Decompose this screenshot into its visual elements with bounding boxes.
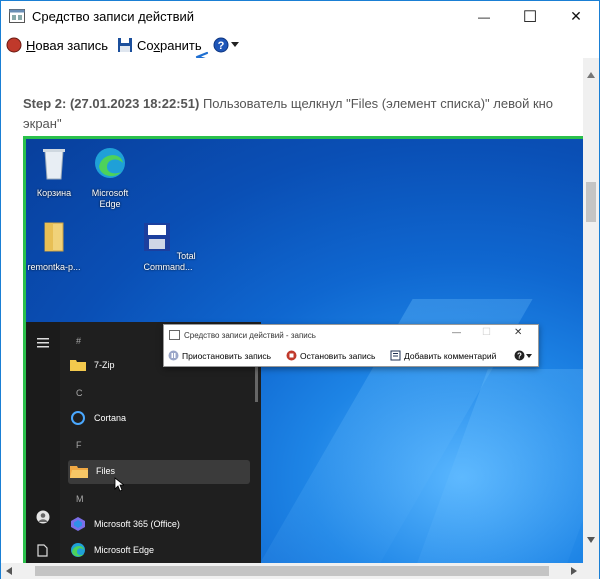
start-menu-scrollbar[interactable] <box>255 362 258 402</box>
desktop-icon-folder[interactable]: remontka-p... <box>26 219 84 273</box>
pause-record-button[interactable]: Приостановить запись <box>168 350 271 361</box>
scroll-up-icon[interactable] <box>587 72 595 78</box>
start-menu-group-header: F <box>76 440 82 450</box>
toolbar: Новая запись Сохранить ? <box>1 32 599 58</box>
scroll-down-icon[interactable] <box>587 537 595 543</box>
start-menu-item-edge[interactable]: Microsoft Edge <box>70 542 154 558</box>
edge-label: Microsoft Edge <box>91 188 129 209</box>
start-menu-item-7zip[interactable]: 7-Zip <box>70 358 115 371</box>
maximize-button[interactable]: ☐ <box>507 1 553 32</box>
document-icon[interactable] <box>37 544 48 557</box>
record-icon <box>6 37 22 53</box>
recorder-mini-window: Средство записи действий - запись — ☐ ✕ … <box>163 324 539 367</box>
new-record-label: Новая запись <box>26 37 109 53</box>
stop-record-button[interactable]: Остановить запись <box>286 350 375 361</box>
edge-icon <box>95 148 125 178</box>
close-icon: ✕ <box>570 8 582 24</box>
floppy-disk-icon <box>118 38 132 52</box>
window-title: Средство записи действий <box>32 9 195 24</box>
horizontal-scrollbar[interactable] <box>1 563 583 579</box>
start-menu-item-cortana[interactable]: Cortana <box>70 410 126 426</box>
step-text-continued: экран" <box>23 116 62 131</box>
start-menu-item-microsoft-365[interactable]: Microsoft 365 (Office) <box>70 516 180 532</box>
scrollbar-corner <box>583 563 599 579</box>
start-menu-item-files[interactable]: Files <box>70 464 115 478</box>
step-header: Step 2: (27.01.2023 18:22:51) <box>23 96 200 111</box>
vertical-scrollbar[interactable] <box>583 58 599 563</box>
question-circle-icon: ? <box>514 350 525 361</box>
step-description: Step 2: (27.01.2023 18:22:51) Пользовате… <box>23 94 583 134</box>
recycle-bin-label: Корзина <box>36 188 72 198</box>
chevron-down-icon <box>526 353 532 358</box>
desktop-icon-recycle-bin[interactable]: Корзина <box>26 145 84 199</box>
user-account-icon[interactable] <box>36 510 50 524</box>
add-comment-button[interactable]: Добавить комментарий <box>390 350 496 361</box>
cortana-icon <box>71 411 85 425</box>
new-record-button[interactable]: Новая запись <box>6 35 108 55</box>
mouse-cursor-icon <box>114 477 124 492</box>
help-dropdown-button[interactable]: ? <box>514 350 532 361</box>
recycle-bin-icon <box>43 149 65 180</box>
folder-icon <box>44 222 64 252</box>
start-menu-left-rail <box>26 322 60 563</box>
title-bar[interactable]: Средство записи действий — ☐ ✕ <box>1 1 599 32</box>
scroll-left-icon[interactable] <box>6 567 12 575</box>
pause-icon <box>168 350 179 361</box>
microsoft-365-icon <box>71 517 85 531</box>
svg-text:?: ? <box>517 352 522 361</box>
minimize-icon[interactable]: — <box>452 327 461 337</box>
start-menu-group-header: M <box>76 494 84 504</box>
maximize-icon[interactable]: ☐ <box>482 327 491 338</box>
steps-content-area[interactable]: Step 2: (27.01.2023 18:22:51) Пользовате… <box>1 58 583 563</box>
stop-icon <box>286 350 297 361</box>
desktop-icon-edge[interactable]: Microsoft Edge <box>80 145 140 210</box>
desktop-icon-total-commander[interactable]: Total Command... <box>138 219 198 273</box>
scrollbar-thumb[interactable] <box>586 182 596 222</box>
step-screenshot: Корзина Microsoft Edge remontka-p... Tot… <box>23 136 583 563</box>
app-icon <box>9 9 25 23</box>
maximize-icon: ☐ <box>522 8 538 26</box>
total-commander-icon <box>144 223 171 251</box>
recorder-title: Средство записи действий - запись <box>184 331 316 340</box>
steps-recorder-window: Средство записи действий — ☐ ✕ Новая зап… <box>0 0 600 579</box>
hamburger-menu-icon[interactable] <box>37 338 49 348</box>
close-icon[interactable]: ✕ <box>514 327 522 338</box>
save-button[interactable]: Сохранить <box>117 35 202 55</box>
folder-label: remontka-p... <box>27 262 81 272</box>
comment-icon <box>390 350 401 361</box>
start-menu-group-header: C <box>76 388 83 398</box>
minimize-icon: — <box>478 9 490 24</box>
chevron-down-icon <box>231 42 239 47</box>
step-text: Пользователь щелкнул "Files (элемент спи… <box>199 96 554 111</box>
minimize-button[interactable]: — <box>461 1 507 32</box>
close-button[interactable]: ✕ <box>553 1 599 32</box>
folder-icon <box>70 360 86 371</box>
files-folder-icon <box>70 466 88 478</box>
edge-icon <box>71 543 85 557</box>
app-icon <box>169 330 180 340</box>
start-menu-group-header: # <box>76 336 82 346</box>
scroll-right-icon[interactable] <box>571 567 577 575</box>
scrollbar-thumb[interactable] <box>35 566 549 576</box>
